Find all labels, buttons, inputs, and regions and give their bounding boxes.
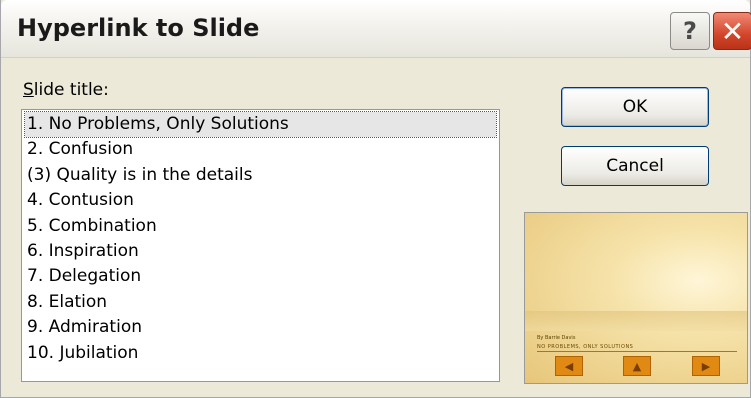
hyperlink-to-slide-dialog: Hyperlink to Slide ? ✕ Slide title: 1. N… <box>0 0 751 398</box>
slide-title-label-accelerator: S <box>23 80 34 100</box>
dialog-title: Hyperlink to Slide <box>17 14 260 42</box>
slide-title-listbox[interactable]: 1. No Problems, Only Solutions 2. Confus… <box>21 109 500 382</box>
list-item-slide-7[interactable]: 7. Delegation <box>25 264 496 289</box>
close-icon: ✕ <box>720 14 745 48</box>
list-item-slide-10[interactable]: 10. Jubilation <box>25 341 496 366</box>
slide-title-label-text: lide title: <box>33 80 109 100</box>
list-item-slide-8[interactable]: 8. Elation <box>25 290 496 315</box>
preview-home-icon: ▲ <box>623 356 651 376</box>
preview-prev-arrow-icon: ◀ <box>555 356 583 376</box>
preview-author-text: By Barrie Davis <box>537 335 576 341</box>
list-item-slide-9[interactable]: 9. Admiration <box>25 315 496 340</box>
slide-preview-thumbnail: By Barrie Davis NO PROBLEMS, ONLY SOLUTI… <box>524 212 748 384</box>
list-item-slide-4[interactable]: 4. Contusion <box>25 188 496 213</box>
slide-title-label: Slide title: <box>23 80 109 100</box>
preview-title-text: NO PROBLEMS, ONLY SOLUTIONS <box>537 344 737 352</box>
cancel-button[interactable]: Cancel <box>561 146 709 186</box>
list-item-slide-3[interactable]: (3) Quality is in the details <box>25 163 496 188</box>
help-icon: ? <box>683 17 697 45</box>
list-item-slide-5[interactable]: 5. Combination <box>25 214 496 239</box>
title-bar[interactable]: Hyperlink to Slide ? ✕ <box>1 0 751 58</box>
preview-decorative-band <box>525 311 747 331</box>
list-item-slide-1[interactable]: 1. No Problems, Only Solutions <box>24 110 497 139</box>
ok-button[interactable]: OK <box>561 87 709 127</box>
list-item-slide-6[interactable]: 6. Inspiration <box>25 239 496 264</box>
help-button[interactable]: ? <box>670 12 710 50</box>
list-item-slide-2[interactable]: 2. Confusion <box>25 137 496 162</box>
close-button[interactable]: ✕ <box>713 12 751 50</box>
preview-next-arrow-icon: ▶ <box>692 356 720 376</box>
